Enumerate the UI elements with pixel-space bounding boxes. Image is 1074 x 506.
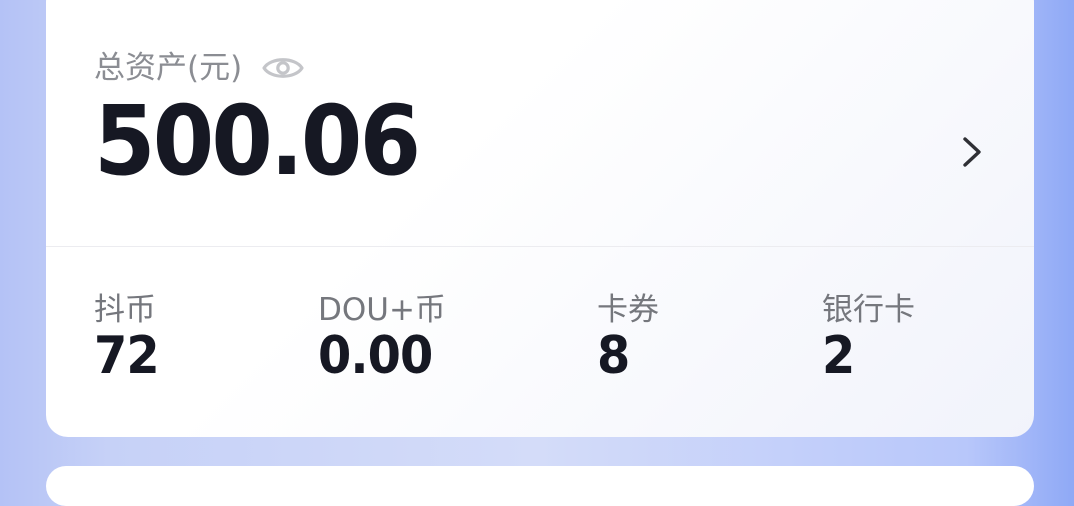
stat-label: 卡券 [597,292,659,328]
stat-value: 8 [597,326,630,386]
next-card [46,466,1034,506]
total-assets-header: 总资产(元) [94,48,304,88]
stat-douyin-coin[interactable]: 抖币 72 [94,290,164,384]
stat-value: 72 [94,326,160,386]
stat-value: 2 [822,326,855,386]
chevron-right-icon[interactable] [956,132,988,172]
assets-card: 总资产(元) 500.06 抖币 72 DOU+币 0.00 卡券 8 银行卡 … [46,0,1034,437]
stat-label: 抖币 [94,292,156,328]
stat-label: DOU+币 [318,292,446,328]
stat-coupons[interactable]: 卡券 8 [597,290,659,384]
stat-value: 0.00 [318,326,433,386]
total-assets-label: 总资产(元) [94,50,243,86]
card-divider [46,246,1034,247]
stat-dou-plus-coin[interactable]: DOU+币 0.00 [318,290,446,384]
stat-label: 银行卡 [822,292,915,328]
stat-bank-cards[interactable]: 银行卡 2 [822,290,915,384]
total-assets-amount: 500.06 [94,85,421,197]
eye-icon[interactable] [262,53,304,83]
